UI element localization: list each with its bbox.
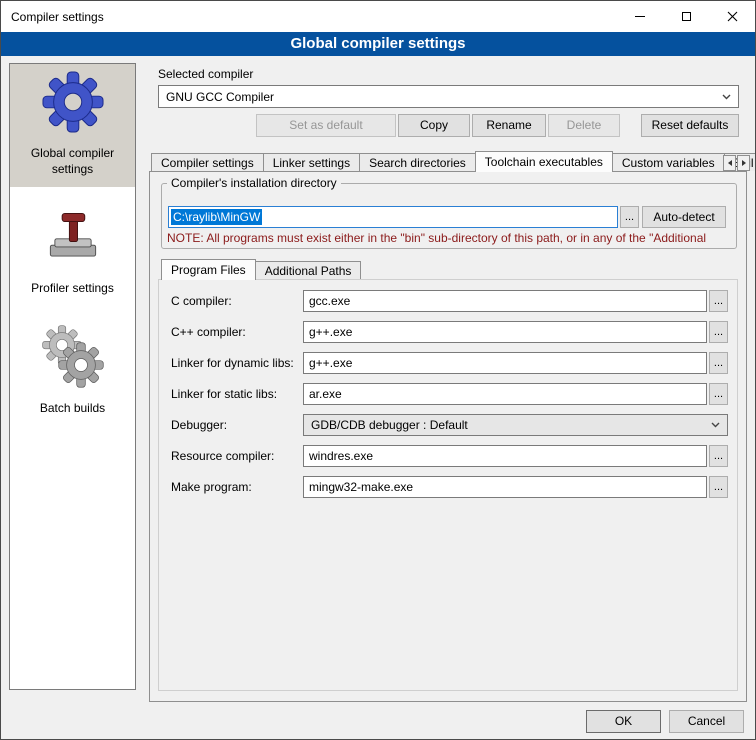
triangle-right-icon bbox=[742, 160, 746, 166]
delete-button[interactable]: Delete bbox=[548, 114, 620, 137]
compiler-settings-window: Compiler settings Global compiler settin… bbox=[0, 0, 756, 740]
browse-button[interactable]: ... bbox=[709, 352, 728, 374]
browse-button[interactable]: ... bbox=[709, 290, 728, 312]
minimize-icon bbox=[635, 16, 645, 17]
field-label: Linker for dynamic libs: bbox=[171, 356, 294, 370]
resource-compiler-input[interactable] bbox=[303, 445, 707, 467]
bin-subdirectory-note: NOTE: All programs must exist either in … bbox=[167, 231, 737, 245]
tab-scroll-left-button[interactable] bbox=[723, 155, 736, 171]
tab-search-directories[interactable]: Search directories bbox=[359, 153, 476, 171]
installation-directory-browse-button[interactable]: ... bbox=[620, 206, 639, 228]
set-as-default-button[interactable]: Set as default bbox=[256, 114, 396, 137]
field-row-linker-static: Linker for static libs: ... bbox=[1, 383, 755, 405]
field-label: Make program: bbox=[171, 480, 252, 494]
field-label: Resource compiler: bbox=[171, 449, 274, 463]
titlebar[interactable]: Compiler settings bbox=[1, 1, 755, 32]
field-label: C compiler: bbox=[171, 294, 232, 308]
field-row-resource-compiler: Resource compiler: ... bbox=[1, 445, 755, 467]
browse-button[interactable]: ... bbox=[709, 476, 728, 498]
tab-additional-paths[interactable]: Additional Paths bbox=[255, 261, 362, 279]
tab-program-files[interactable]: Program Files bbox=[161, 259, 256, 280]
auto-detect-button[interactable]: Auto-detect bbox=[642, 206, 726, 228]
field-row-c-compiler: C compiler: ... bbox=[1, 290, 755, 312]
debugger-dropdown[interactable]: GDB/CDB debugger : Default bbox=[303, 414, 728, 436]
maximize-icon bbox=[682, 12, 691, 21]
rename-button[interactable]: Rename bbox=[472, 114, 546, 137]
c-compiler-input[interactable] bbox=[303, 290, 707, 312]
reset-defaults-button[interactable]: Reset defaults bbox=[641, 114, 739, 137]
make-program-input[interactable] bbox=[303, 476, 707, 498]
tab-custom-variables[interactable]: Custom variables bbox=[612, 153, 725, 171]
program-files-tabs: Program Files Additional Paths bbox=[161, 259, 361, 280]
installation-directory-value: C:\raylib\MinGW bbox=[171, 209, 262, 225]
chevron-down-icon bbox=[722, 94, 731, 100]
close-button[interactable] bbox=[709, 1, 755, 32]
cpp-compiler-input[interactable] bbox=[303, 321, 707, 343]
tab-compiler-settings[interactable]: Compiler settings bbox=[151, 153, 264, 171]
browse-button[interactable]: ... bbox=[709, 445, 728, 467]
chevron-down-icon bbox=[711, 422, 720, 428]
blue-gear-icon bbox=[12, 70, 133, 134]
selected-compiler-label: Selected compiler bbox=[158, 67, 253, 81]
maximize-button[interactable] bbox=[663, 1, 709, 32]
settings-category-list: Global compiler settings Profiler settin… bbox=[9, 63, 136, 690]
field-row-linker-dynamic: Linker for dynamic libs: ... bbox=[1, 352, 755, 374]
window-title: Compiler settings bbox=[1, 10, 104, 24]
tab-scroll-right-button[interactable] bbox=[737, 155, 750, 171]
field-label: Debugger: bbox=[171, 418, 227, 432]
browse-button[interactable]: ... bbox=[709, 321, 728, 343]
close-icon bbox=[727, 11, 738, 22]
installation-directory-input[interactable]: C:\raylib\MinGW bbox=[168, 206, 618, 228]
installation-directory-label: Compiler's installation directory bbox=[167, 176, 341, 190]
field-row-cpp-compiler: C++ compiler: ... bbox=[1, 321, 755, 343]
cancel-button[interactable]: Cancel bbox=[669, 710, 744, 733]
ok-button[interactable]: OK bbox=[586, 710, 661, 733]
selected-compiler-dropdown[interactable]: GNU GCC Compiler bbox=[158, 85, 739, 108]
field-row-debugger: Debugger: GDB/CDB debugger : Default bbox=[1, 414, 755, 436]
field-row-make-program: Make program: ... bbox=[1, 476, 755, 498]
profiler-icon bbox=[12, 205, 133, 269]
copy-button[interactable]: Copy bbox=[398, 114, 470, 137]
field-label: Linker for static libs: bbox=[171, 387, 277, 401]
tab-linker-settings[interactable]: Linker settings bbox=[263, 153, 360, 171]
dialog-header: Global compiler settings bbox=[1, 32, 755, 56]
linker-static-input[interactable] bbox=[303, 383, 707, 405]
minimize-button[interactable] bbox=[617, 1, 663, 32]
linker-dynamic-input[interactable] bbox=[303, 352, 707, 374]
browse-button[interactable]: ... bbox=[709, 383, 728, 405]
sidebar-item-global-compiler-settings[interactable]: Global compiler settings bbox=[10, 64, 135, 187]
selected-compiler-value: GNU GCC Compiler bbox=[166, 90, 274, 104]
tab-toolchain-executables[interactable]: Toolchain executables bbox=[475, 151, 613, 172]
sidebar-item-label: Global compiler settings bbox=[12, 146, 133, 177]
compiler-settings-tabs: Compiler settings Linker settings Search… bbox=[151, 151, 756, 172]
window-controls bbox=[617, 1, 755, 32]
field-label: C++ compiler: bbox=[171, 325, 246, 339]
debugger-value: GDB/CDB debugger : Default bbox=[311, 418, 468, 432]
triangle-left-icon bbox=[728, 160, 732, 166]
